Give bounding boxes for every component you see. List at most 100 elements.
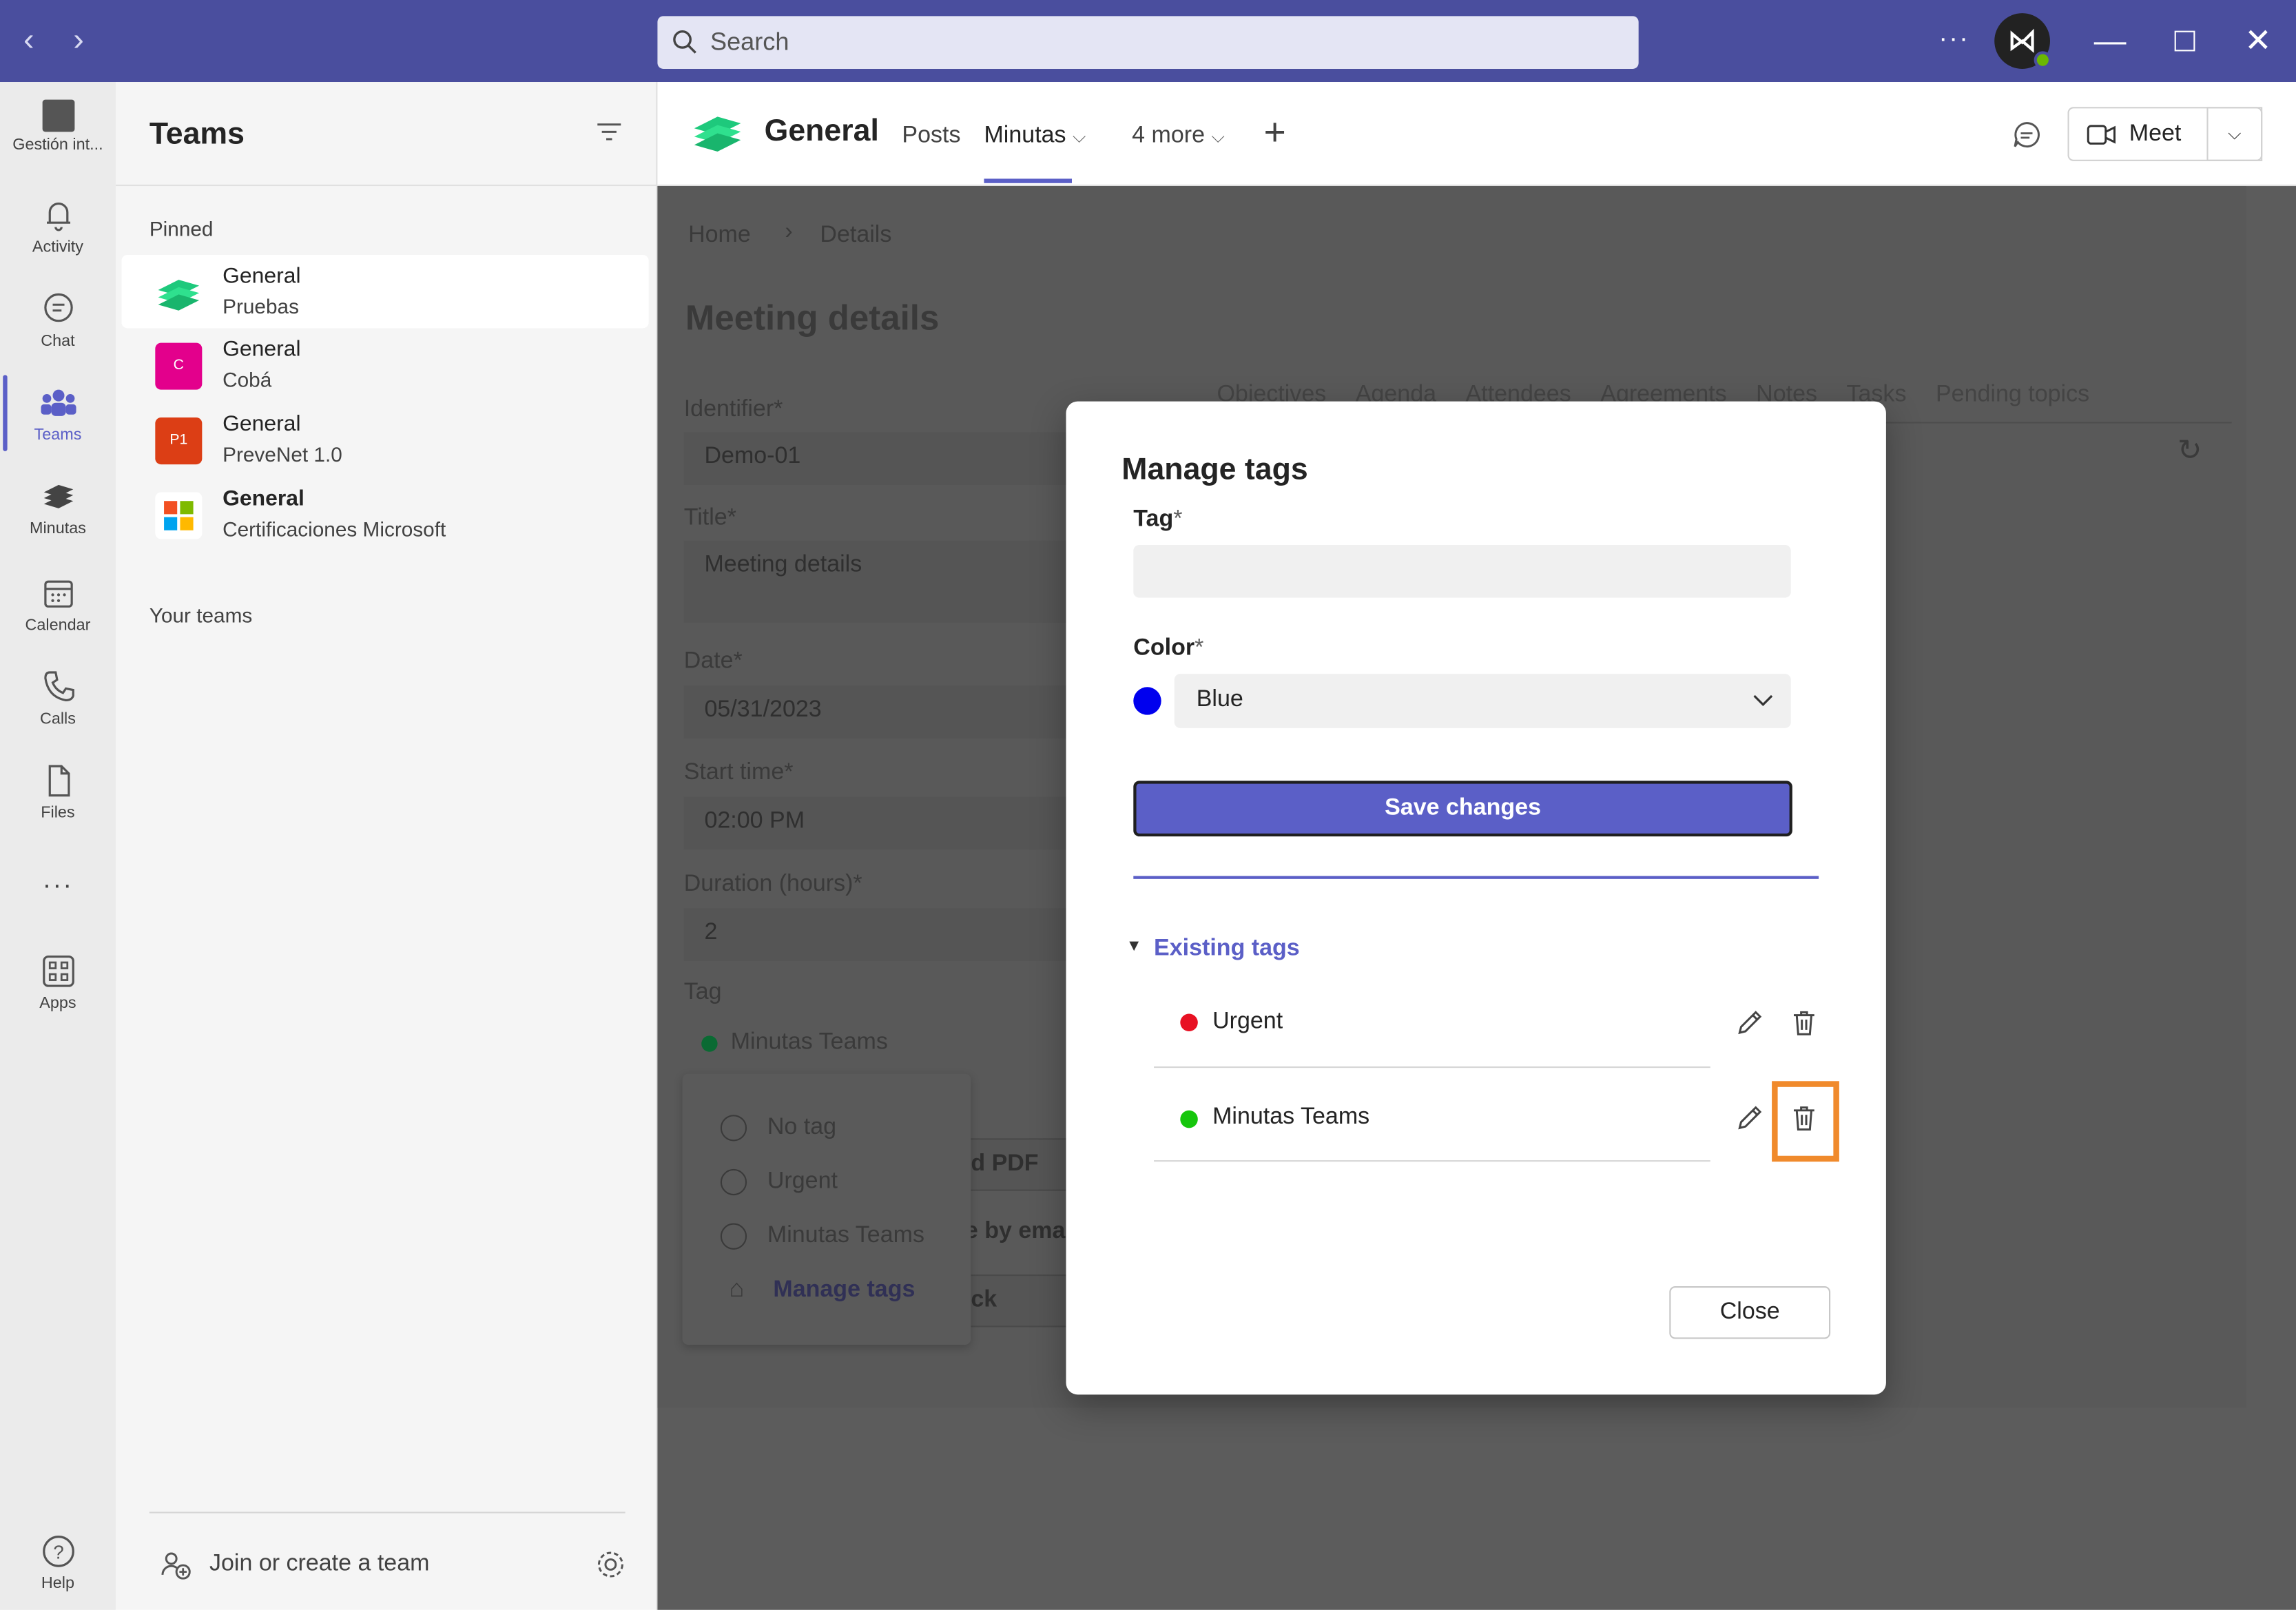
svg-text:?: ?: [52, 1541, 63, 1562]
join-create-team-link[interactable]: Join or create a team: [209, 1551, 429, 1578]
avatar[interactable]: [1994, 13, 2052, 69]
pinned-channel-certificaciones[interactable]: General Certificaciones Microsoft: [121, 477, 648, 550]
tag-row-urgent: Urgent: [1154, 974, 1710, 1069]
tag-field-label: Tag*: [1133, 507, 1182, 533]
tag-color-dot: [701, 1035, 718, 1052]
tab-minutas-label: Minutas: [984, 123, 1066, 148]
field-label: Tag: [683, 980, 722, 1005]
divider: [115, 184, 656, 187]
pinned-channel-pruebas[interactable]: General Pruebas: [121, 254, 649, 329]
tab-posts[interactable]: Posts: [902, 123, 960, 149]
rail-label: Chat: [41, 332, 75, 351]
title-field: Meeting details: [683, 540, 1079, 623]
close-button[interactable]: Close: [1669, 1286, 1831, 1339]
team-name: Certificaciones Microsoft: [223, 517, 446, 541]
rail-item-minutas[interactable]: Minutas: [0, 477, 116, 537]
search-input[interactable]: Search: [657, 16, 1639, 69]
divider: [1133, 876, 1819, 879]
rail-item-files[interactable]: Files: [0, 762, 116, 822]
tag-input[interactable]: [1133, 545, 1791, 598]
radio-icon: [720, 1168, 747, 1196]
tag-value: Minutas Teams: [730, 1029, 888, 1055]
field-label: Start time*: [683, 760, 794, 785]
duration-field: 2: [683, 908, 1079, 961]
team-avatar: C: [155, 342, 203, 390]
back-button: ck: [958, 1274, 1075, 1328]
radio-icon: [720, 1115, 747, 1142]
chevron-down-icon: [1753, 694, 1773, 707]
app-rail: Gestión int... Activity Chat Teams Minut…: [0, 82, 116, 1610]
download-pdf-button: d PDF: [958, 1138, 1075, 1191]
trash-icon[interactable]: [1790, 1008, 1819, 1038]
tag-label-text: Tag: [1133, 506, 1174, 532]
save-changes-button[interactable]: Save changes: [1133, 781, 1792, 837]
pinned-channel-prevenet[interactable]: P1 General PreveNet 1.0: [121, 403, 648, 476]
teams-panel: Teams Pinned General Pruebas C General C…: [115, 82, 658, 1610]
radio-icon: [720, 1223, 747, 1250]
channel-title: General: [764, 114, 879, 148]
chat-icon: [43, 293, 72, 322]
calendar-icon: [43, 580, 72, 608]
rail-item-teams[interactable]: Teams: [0, 384, 116, 444]
filter-icon[interactable]: [596, 121, 622, 142]
rail-item-help[interactable]: ? Help: [0, 1532, 116, 1592]
field-label: Duration (hours)*: [683, 871, 862, 897]
channel-name: General: [223, 411, 301, 437]
trash-icon[interactable]: [1790, 1103, 1819, 1133]
tag-menu: No tag Urgent Minutas Teams ⌂ Manage tag…: [682, 1073, 971, 1345]
rail-item-chat[interactable]: Chat: [0, 290, 116, 350]
rail-label: Calls: [39, 710, 76, 728]
tab-minutas[interactable]: Minutas ⌵: [984, 123, 1086, 149]
rail-label: Activity: [32, 238, 83, 257]
search-placeholder: Search: [710, 28, 789, 56]
rail-item-gestion[interactable]: Gestión int...: [0, 99, 116, 154]
tag-name: Urgent: [1212, 1009, 1283, 1035]
help-icon: ?: [42, 1535, 74, 1567]
rail-item-apps[interactable]: Apps: [0, 952, 116, 1012]
minimize-icon[interactable]: —: [2088, 19, 2132, 63]
close-window-icon[interactable]: ✕: [2236, 19, 2280, 63]
breadcrumb-chevron-icon: ›: [785, 219, 793, 245]
add-tab-icon[interactable]: +: [1263, 113, 1285, 151]
color-select[interactable]: Blue: [1174, 674, 1791, 728]
team-name: PreveNet 1.0: [223, 442, 342, 466]
existing-tags-toggle[interactable]: Existing tags: [1154, 936, 1300, 962]
menu-option-minutas-teams: Minutas Teams: [767, 1223, 924, 1248]
tab-more[interactable]: 4 more ⌵: [1132, 123, 1225, 149]
send-email-button: e by emai: [964, 1219, 1072, 1244]
app-icon: [41, 99, 74, 132]
meet-dropdown-chevron-icon[interactable]: ⌵: [2206, 107, 2263, 161]
gear-icon[interactable]: [594, 1549, 627, 1581]
pinned-channel-coba[interactable]: C General Cobá: [121, 328, 648, 401]
start-time-field: 02:00 PM: [683, 796, 1079, 850]
conversation-icon[interactable]: [2012, 120, 2042, 149]
field-label: Title*: [683, 505, 736, 530]
channel-header: General Posts Minutas ⌵ 4 more ⌵ + Meet …: [657, 82, 2296, 187]
rail-label: Gestión int...: [12, 136, 103, 154]
more-options-icon[interactable]: ···: [1938, 23, 1969, 54]
date-field: 05/31/2023: [683, 685, 1079, 739]
channel-name: General: [223, 337, 301, 362]
color-swatch: [1133, 687, 1161, 715]
rail-label: Files: [41, 804, 75, 822]
tab-pending-topics: Pending topics: [1935, 382, 2090, 408]
tag-color-dot: [1180, 1013, 1198, 1031]
field-label: Date*: [683, 648, 743, 674]
rail-item-calls[interactable]: Calls: [0, 668, 116, 728]
rail-label: Help: [41, 1574, 75, 1593]
rail-more-icon[interactable]: ···: [0, 870, 116, 901]
rail-item-activity[interactable]: Activity: [0, 196, 116, 256]
forward-arrow-icon[interactable]: ›: [73, 21, 84, 59]
caret-down-icon[interactable]: ▼: [1126, 938, 1142, 956]
required-mark: *: [1194, 635, 1204, 661]
tab-more-label: 4 more: [1132, 123, 1206, 148]
your-teams-label: Your teams: [149, 603, 253, 628]
required-mark: *: [1173, 506, 1183, 532]
breadcrumb-details: Details: [820, 223, 892, 248]
pencil-icon[interactable]: [1735, 1103, 1765, 1133]
back-arrow-icon[interactable]: ‹: [23, 21, 34, 59]
pencil-icon[interactable]: [1735, 1008, 1765, 1038]
file-icon: [48, 765, 70, 797]
maximize-icon[interactable]: [2163, 19, 2207, 63]
rail-item-calendar[interactable]: Calendar: [0, 575, 116, 634]
